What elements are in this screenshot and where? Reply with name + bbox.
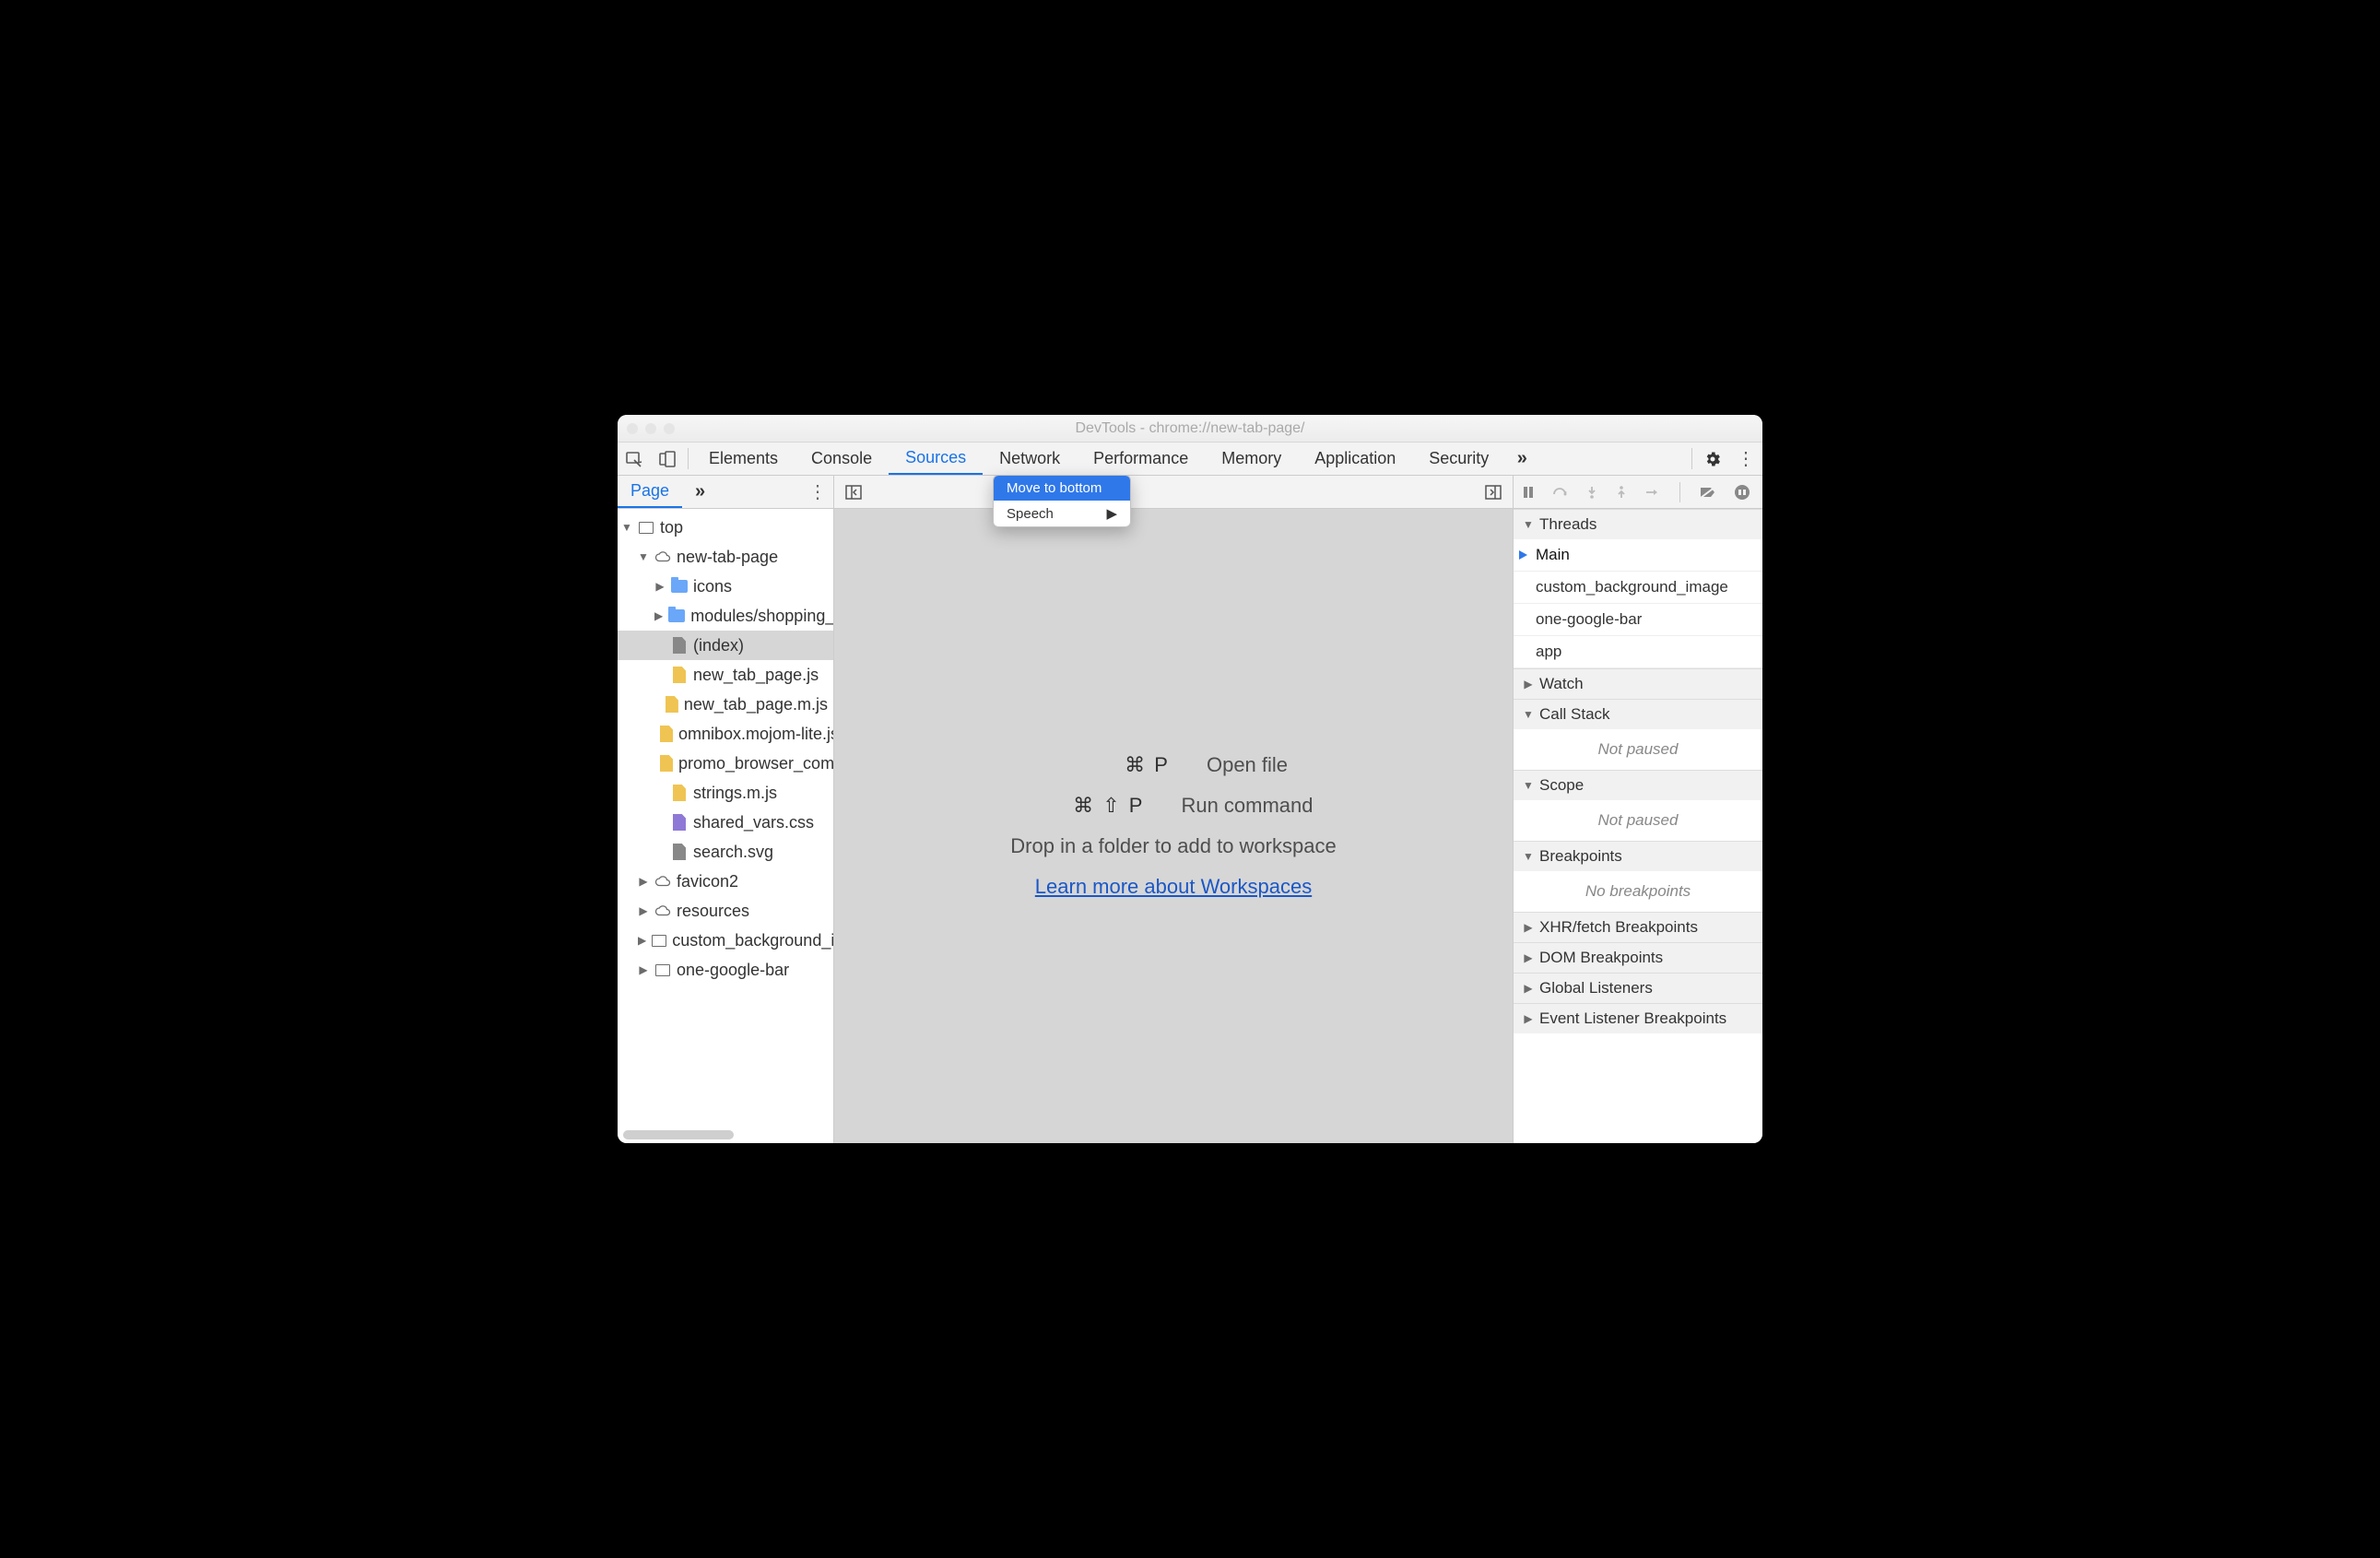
- tab-performance[interactable]: Performance: [1077, 443, 1205, 475]
- editor-pane: ⌘ P Open file ⌘ ⇧ P Run command Drop in a …: [834, 476, 1514, 1143]
- tree-file-promo[interactable]: promo_browser_command.mojom-lite.js: [618, 749, 833, 778]
- file-tree: ▼top ▼new-tab-page ▶icons ▶modules/shopp…: [618, 509, 833, 1143]
- tree-ogb[interactable]: ▶one-google-bar: [618, 955, 833, 985]
- thread-cbg[interactable]: custom_background_image: [1514, 572, 1762, 604]
- deactivate-bp-icon[interactable]: [1699, 485, 1717, 500]
- drop-hint: Drop in a folder to add to workspace: [1010, 834, 1336, 858]
- tree-top[interactable]: ▼top: [618, 513, 833, 542]
- learn-workspaces-link[interactable]: Learn more about Workspaces: [1035, 875, 1312, 899]
- section-global[interactable]: ▶Global Listeners: [1514, 973, 1762, 1003]
- step-over-icon[interactable]: [1552, 485, 1569, 500]
- open-file-shortcut: ⌘ P: [1059, 753, 1170, 777]
- tab-sources[interactable]: Sources: [889, 443, 983, 475]
- section-callstack[interactable]: ▼Call Stack: [1514, 699, 1762, 729]
- submenu-arrow-icon: ▶: [1106, 505, 1117, 522]
- sidebar-tab-page[interactable]: Page: [618, 476, 682, 508]
- section-breakpoints[interactable]: ▼Breakpoints: [1514, 841, 1762, 871]
- menu-move-to-bottom[interactable]: Move to bottom: [994, 476, 1130, 501]
- tree-file-shared[interactable]: shared_vars.css: [618, 808, 833, 837]
- step-out-icon[interactable]: [1615, 485, 1628, 500]
- device-icon[interactable]: [651, 443, 684, 475]
- run-cmd-shortcut: ⌘ ⇧ P: [1033, 794, 1144, 818]
- tree-file-search[interactable]: search.svg: [618, 837, 833, 867]
- callstack-empty: Not paused: [1514, 729, 1762, 770]
- thread-main[interactable]: Main: [1514, 539, 1762, 572]
- devtools-window: DevTools - chrome://new-tab-page/ Elemen…: [618, 415, 1762, 1143]
- step-icon[interactable]: [1644, 486, 1661, 499]
- show-debugger-icon[interactable]: [1481, 480, 1505, 504]
- more-tabs-icon[interactable]: »: [1505, 443, 1538, 475]
- section-dom[interactable]: ▶DOM Breakpoints: [1514, 942, 1762, 973]
- sidebar-more-tabs[interactable]: »: [682, 476, 718, 508]
- inspect-icon[interactable]: [618, 443, 651, 475]
- traffic-lights[interactable]: [627, 423, 675, 434]
- breakpoints-empty: No breakpoints: [1514, 871, 1762, 912]
- section-scope[interactable]: ▼Scope: [1514, 770, 1762, 800]
- context-menu: Move to bottom Speech▶: [993, 475, 1131, 527]
- section-threads[interactable]: ▼Threads: [1514, 509, 1762, 539]
- tree-file-omnibox[interactable]: omnibox.mojom-lite.js: [618, 719, 833, 749]
- titlebar: DevTools - chrome://new-tab-page/: [618, 415, 1762, 443]
- scrollbar-horizontal[interactable]: [623, 1130, 734, 1139]
- pause-exceptions-icon[interactable]: [1734, 484, 1750, 501]
- tab-elements[interactable]: Elements: [692, 443, 795, 475]
- tree-file-ntp-mjs[interactable]: new_tab_page.m.js: [618, 690, 833, 719]
- kebab-icon[interactable]: ⋮: [1729, 443, 1762, 475]
- tab-security[interactable]: Security: [1412, 443, 1505, 475]
- tree-folder-modules[interactable]: ▶modules/shopping_tasks: [618, 601, 833, 631]
- tree-folder-icons[interactable]: ▶icons: [618, 572, 833, 601]
- tab-console[interactable]: Console: [795, 443, 889, 475]
- run-cmd-label: Run command: [1181, 794, 1313, 818]
- tab-network[interactable]: Network: [983, 443, 1077, 475]
- tree-file-ntp-js[interactable]: new_tab_page.js: [618, 660, 833, 690]
- thread-app[interactable]: app: [1514, 636, 1762, 668]
- tree-favicon[interactable]: ▶favicon2: [618, 867, 833, 896]
- tree-file-strings[interactable]: strings.m.js: [618, 778, 833, 808]
- menu-speech[interactable]: Speech▶: [994, 501, 1130, 526]
- pause-icon[interactable]: [1521, 485, 1536, 500]
- show-navigator-icon[interactable]: [842, 480, 866, 504]
- tree-cbg[interactable]: ▶custom_background_image: [618, 926, 833, 955]
- window-title: DevTools - chrome://new-tab-page/: [618, 420, 1762, 437]
- tab-application[interactable]: Application: [1298, 443, 1412, 475]
- sources-sidebar: Page » ⋮ ▼top ▼new-tab-page ▶icons ▶modu…: [618, 476, 834, 1143]
- sidebar-kebab-icon[interactable]: ⋮: [802, 476, 833, 508]
- section-watch[interactable]: ▶Watch: [1514, 668, 1762, 699]
- open-file-label: Open file: [1207, 753, 1288, 777]
- tree-file-index[interactable]: (index): [618, 631, 833, 660]
- tree-frame[interactable]: ▼new-tab-page: [618, 542, 833, 572]
- section-event[interactable]: ▶Event Listener Breakpoints: [1514, 1003, 1762, 1033]
- tab-memory[interactable]: Memory: [1205, 443, 1298, 475]
- main-tabbar: Elements Console Sources Network Perform…: [618, 443, 1762, 476]
- scope-empty: Not paused: [1514, 800, 1762, 841]
- thread-ogb[interactable]: one-google-bar: [1514, 604, 1762, 636]
- settings-icon[interactable]: [1696, 443, 1729, 475]
- tree-resources[interactable]: ▶resources: [618, 896, 833, 926]
- section-xhr[interactable]: ▶XHR/fetch Breakpoints: [1514, 912, 1762, 942]
- debugger-pane: ▼Threads Main custom_background_image on…: [1514, 476, 1762, 1143]
- step-into-icon[interactable]: [1585, 485, 1598, 500]
